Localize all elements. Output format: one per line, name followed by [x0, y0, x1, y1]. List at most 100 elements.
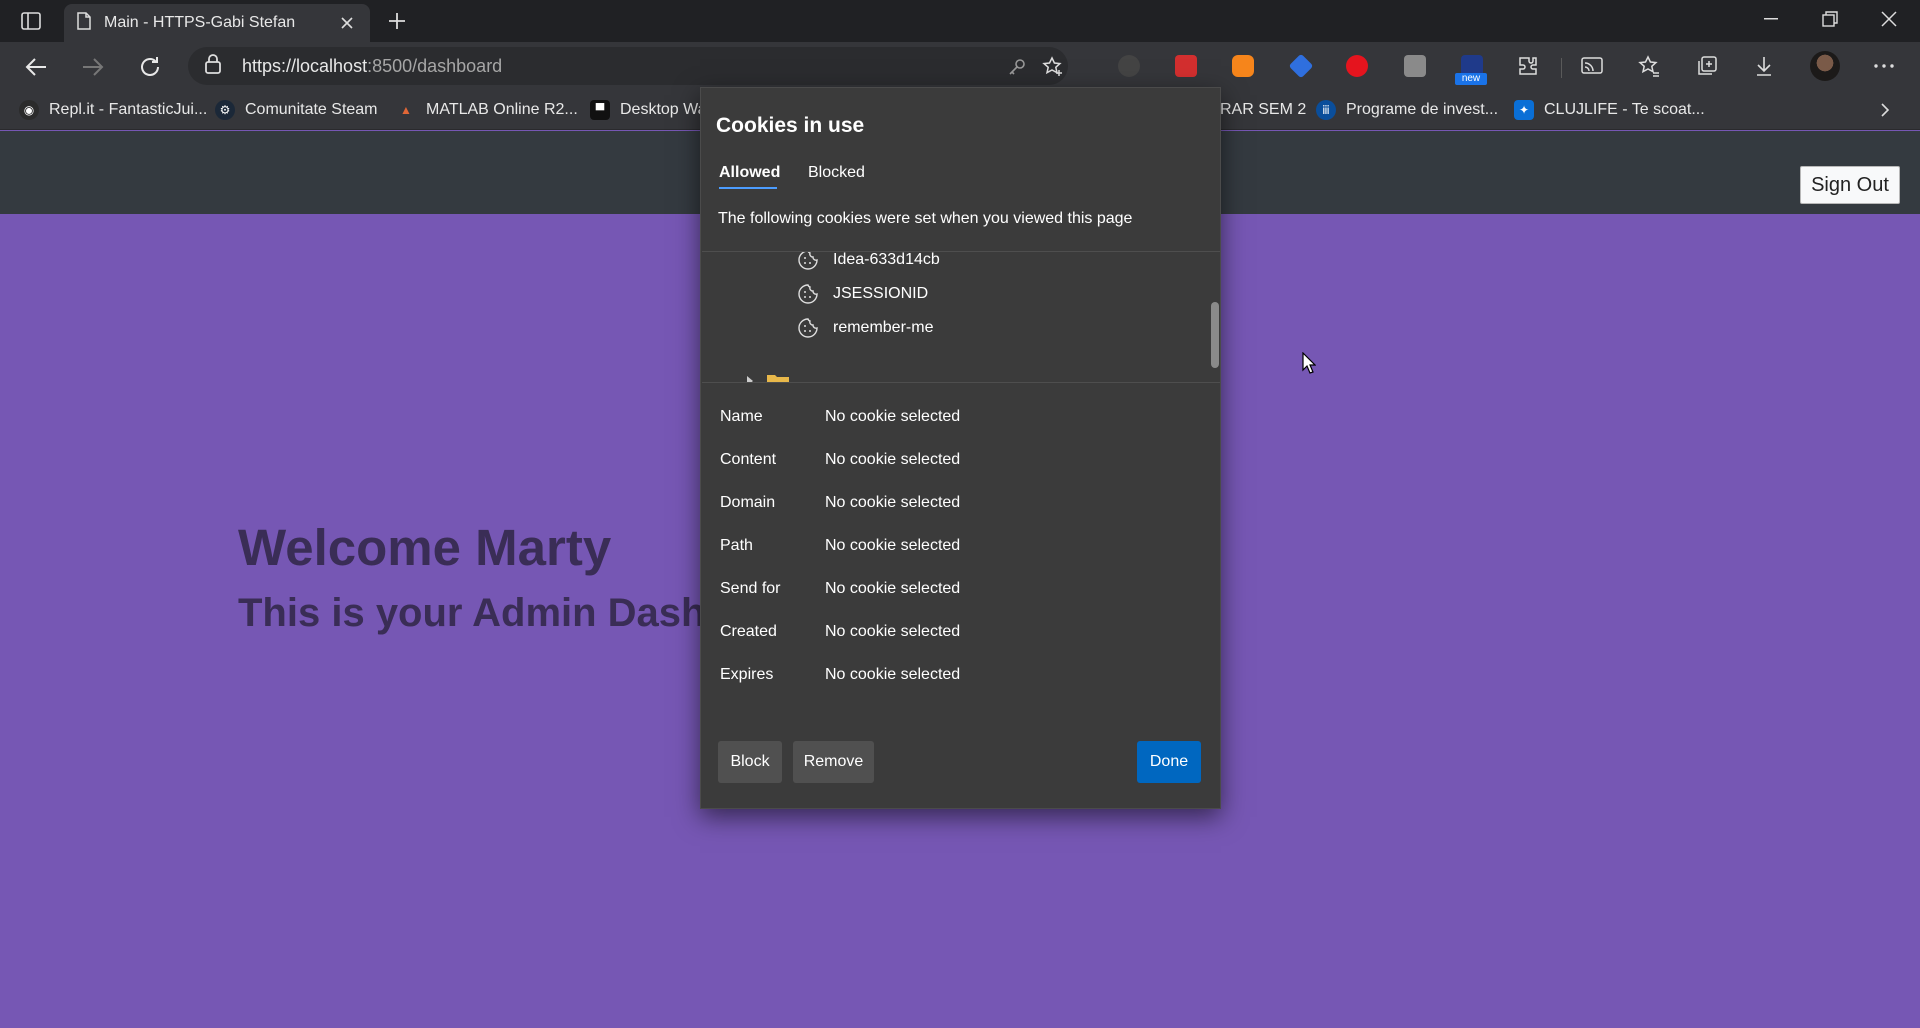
bookmark-clujlife[interactable]: ✦ CLUJLIFE - Te scoat...	[1514, 99, 1705, 121]
page-icon	[76, 11, 92, 35]
bookmark-steam[interactable]: ⚙ Comunitate Steam	[215, 99, 378, 121]
bookmark-desktop[interactable]: ▀ Desktop Wa	[590, 99, 707, 121]
sign-out-button[interactable]: Sign Out	[1800, 166, 1900, 204]
extension-gray-icon[interactable]	[1400, 51, 1430, 81]
detail-value: No cookie selected	[825, 623, 961, 640]
detail-label: Path	[720, 537, 753, 554]
active-tab-indicator	[719, 187, 777, 189]
new-badge: new	[1455, 73, 1487, 85]
cookie-name: remember-me	[833, 319, 934, 336]
tree-folder[interactable]	[744, 372, 790, 382]
url-path: :8500/dashboard	[367, 55, 503, 76]
bookmark-label: Programe de invest...	[1346, 101, 1499, 118]
detail-send-for: Send for No cookie selected	[720, 580, 960, 602]
matlab-icon: ▲	[400, 103, 412, 117]
detail-label: Send for	[720, 580, 781, 597]
tree-scrollbar[interactable]	[1211, 302, 1219, 368]
cookie-item[interactable]: Idea-633d14cb	[797, 251, 940, 277]
bookmark-label: Desktop Wa	[620, 101, 707, 118]
extension-new-icon[interactable]: new	[1455, 51, 1487, 85]
detail-value: No cookie selected	[825, 451, 961, 468]
tab-title: Main - HTTPS-Gabi Stefan	[104, 14, 296, 31]
new-tab-icon[interactable]	[382, 6, 412, 36]
url-text[interactable]: https://localhost:8500/dashboard	[242, 56, 502, 77]
lock-icon[interactable]	[204, 53, 222, 79]
clujlife-icon: ✦	[1514, 100, 1534, 120]
bookmark-label: Comunitate Steam	[245, 101, 378, 118]
profile-avatar[interactable]	[1810, 51, 1840, 81]
reload-icon[interactable]	[133, 50, 167, 84]
steam-icon: ⚙	[215, 100, 235, 120]
extensions-icon[interactable]	[1513, 51, 1543, 81]
cookies-dialog: Cookies in use Allowed Blocked The follo…	[700, 87, 1221, 809]
extension-blue-icon[interactable]	[1286, 51, 1316, 81]
add-favorite-icon[interactable]	[1040, 54, 1066, 80]
back-icon[interactable]	[19, 50, 53, 84]
close-tab-icon[interactable]	[336, 12, 358, 34]
bookmark-programe[interactable]: ⅲ Programe de invest...	[1316, 99, 1498, 121]
cookie-item[interactable]: JSESSIONID	[797, 277, 928, 311]
dashboard-subheading: This is your Admin Dashb	[238, 591, 730, 635]
detail-label: Domain	[720, 494, 776, 511]
restore-icon[interactable]	[1801, 0, 1859, 38]
detail-domain: Domain No cookie selected	[720, 494, 960, 516]
remove-button[interactable]: Remove	[793, 741, 874, 783]
cookie-name: Idea-633d14cb	[833, 251, 940, 268]
detail-value: No cookie selected	[825, 408, 961, 425]
metamask-icon[interactable]	[1228, 51, 1258, 81]
expand-arrow-icon	[747, 376, 753, 382]
cast-icon[interactable]	[1577, 51, 1607, 81]
block-button[interactable]: Block	[718, 741, 782, 783]
cookie-icon	[797, 283, 819, 305]
cookie-icon	[797, 317, 819, 339]
extension-owl-icon[interactable]	[1114, 51, 1144, 81]
close-window-icon[interactable]	[1860, 0, 1918, 38]
cookie-name: JSESSIONID	[833, 285, 929, 302]
desktop-icon: ▀	[590, 100, 610, 120]
tab-strip: Main - HTTPS-Gabi Stefan	[0, 0, 1920, 42]
detail-label: Name	[720, 408, 763, 425]
detail-name: Name No cookie selected	[720, 408, 960, 430]
done-button[interactable]: Done	[1137, 741, 1201, 783]
tab-blocked[interactable]: Blocked	[808, 164, 865, 182]
bookmark-matlab[interactable]: ▲ MATLAB Online R2...	[396, 99, 578, 121]
bookmark-label: Repl.it - FantasticJui...	[49, 101, 208, 118]
downloads-icon[interactable]	[1749, 51, 1779, 81]
tab-actions-icon[interactable]	[14, 6, 48, 36]
forward-icon[interactable]	[76, 50, 110, 84]
browser-tab[interactable]: Main - HTTPS-Gabi Stefan	[64, 4, 370, 42]
cookie-tree[interactable]: Idea-633d14cb JSESSIONID remember-me	[702, 251, 1220, 383]
bookmark-rar-sem[interactable]: RAR SEM 2	[1220, 99, 1306, 121]
more-bookmarks-icon[interactable]	[1880, 99, 1890, 121]
replit-icon: ◉	[19, 100, 39, 120]
cookie-item[interactable]: remember-me	[797, 311, 933, 345]
detail-path: Path No cookie selected	[720, 537, 960, 559]
detail-expires: Expires No cookie selected	[720, 666, 960, 688]
dialog-title: Cookies in use	[716, 114, 865, 137]
key-icon[interactable]	[1004, 54, 1030, 80]
folder-icon	[767, 375, 789, 382]
detail-label: Expires	[720, 666, 774, 683]
extension-red-icon[interactable]	[1171, 51, 1201, 81]
cookie-icon	[797, 252, 819, 271]
address-bar[interactable]: https://localhost:8500/dashboard	[188, 47, 1068, 85]
bookmark-replit[interactable]: ◉ Repl.it - FantasticJui...	[19, 99, 207, 121]
dialog-description: The following cookies were set when you …	[718, 210, 1133, 227]
bookmark-label: RAR SEM 2	[1220, 101, 1307, 118]
invest-icon: ⅲ	[1316, 100, 1336, 120]
url-host: https://localhost	[242, 55, 368, 76]
toolbar-separator	[1561, 58, 1562, 78]
adblock-icon[interactable]	[1342, 51, 1372, 81]
tab-allowed[interactable]: Allowed	[719, 164, 780, 182]
browser-toolbar: https://localhost:8500/dashboard new	[0, 42, 1920, 90]
detail-value: No cookie selected	[825, 666, 961, 683]
detail-label: Content	[720, 451, 777, 468]
bookmark-label: MATLAB Online R2...	[426, 101, 578, 118]
detail-label: Created	[720, 623, 777, 640]
more-menu-icon[interactable]	[1869, 51, 1899, 81]
minimize-icon[interactable]	[1742, 0, 1800, 38]
favorites-icon[interactable]	[1634, 51, 1664, 81]
detail-value: No cookie selected	[825, 580, 961, 597]
bookmark-label: CLUJLIFE - Te scoat...	[1544, 101, 1705, 118]
collections-icon[interactable]	[1692, 51, 1722, 81]
